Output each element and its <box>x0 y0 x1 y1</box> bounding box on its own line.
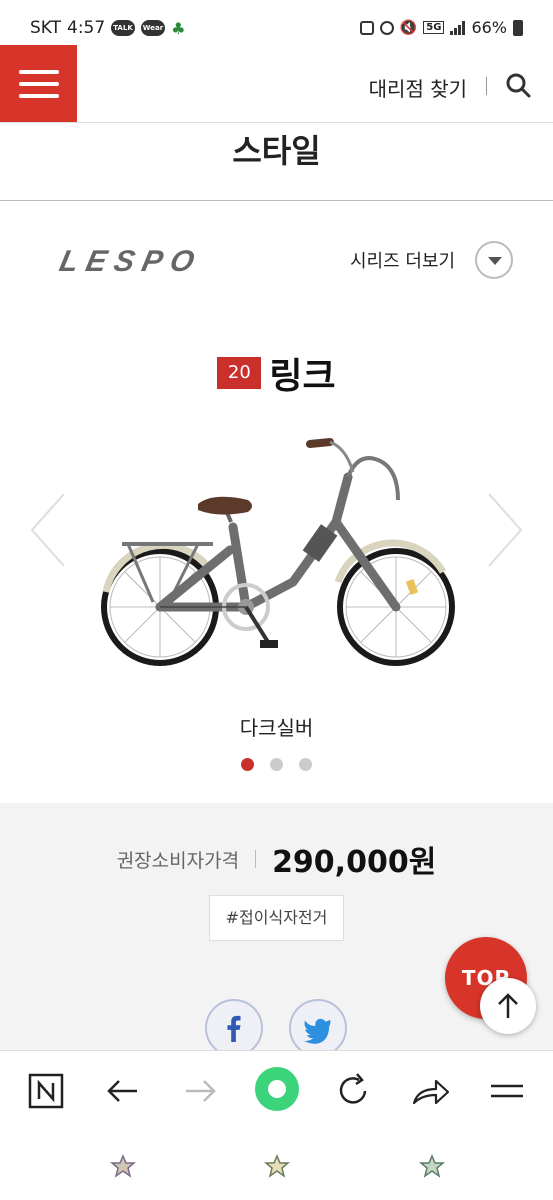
home-icon[interactable] <box>264 1154 290 1180</box>
share-icon[interactable] <box>408 1069 452 1113</box>
site-header: 대리점 찾기 <box>0 45 553 123</box>
lespo-logo: LESPO <box>57 247 206 275</box>
arrow-up-icon[interactable] <box>480 978 536 1034</box>
carousel-dot[interactable] <box>241 758 254 771</box>
header-divider <box>486 77 487 95</box>
page-title: 스타일 <box>0 123 553 201</box>
price-label: 권장소비자가격 <box>116 849 240 872</box>
carousel-prev-arrow[interactable] <box>26 490 70 570</box>
search-icon[interactable] <box>505 72 531 98</box>
app-notification-icon <box>359 20 374 35</box>
battery-icon <box>513 19 523 36</box>
back-arrow-icon[interactable] <box>101 1069 145 1113</box>
mute-icon: 🔇 <box>399 19 418 36</box>
refresh-icon[interactable] <box>331 1069 375 1113</box>
clock: 4:57 <box>67 18 106 38</box>
clover-icon: ♣ <box>171 18 186 38</box>
series-more-link[interactable]: 시리즈 더보기 <box>350 247 455 273</box>
model-name: 링크 <box>269 356 336 397</box>
dealer-finder-link[interactable]: 대리점 찾기 <box>369 73 467 102</box>
system-navigation-bar <box>0 1134 553 1200</box>
svg-text:LESPO: LESPO <box>57 247 206 275</box>
carousel-indicators <box>0 758 553 771</box>
facebook-share-icon[interactable] <box>205 999 263 1057</box>
status-bar: SKT 4:57 TALK Wear ♣ 🔇 5G 66% <box>0 0 553 46</box>
bicycle-image <box>101 438 455 666</box>
wear-notification-icon: Wear <box>140 20 166 36</box>
carrier: SKT <box>30 18 62 38</box>
alarm-icon <box>379 20 394 35</box>
browser-toolbar <box>0 1050 553 1134</box>
price-value: 290,000원 <box>272 845 437 880</box>
color-name: 다크실버 <box>239 716 314 740</box>
forward-arrow-icon[interactable] <box>178 1069 222 1113</box>
category-tag[interactable]: #접이식자전거 <box>209 895 344 941</box>
menu-icon[interactable] <box>485 1069 529 1113</box>
model-heading: 20 링크 <box>0 347 553 399</box>
signal-icon <box>450 20 466 35</box>
recent-apps-icon[interactable] <box>110 1154 136 1180</box>
carousel-next-arrow[interactable] <box>483 490 527 570</box>
twitter-share-icon[interactable] <box>289 999 347 1057</box>
price-row: 권장소비자가격 290,000원 <box>0 837 553 881</box>
naver-home-icon[interactable] <box>24 1069 68 1113</box>
wheel-size-badge: 20 <box>217 357 262 389</box>
talk-notification-icon: TALK <box>111 20 135 36</box>
carousel-dot[interactable] <box>270 758 283 771</box>
green-dot-icon[interactable] <box>253 1065 301 1113</box>
network-type: 5G <box>423 21 445 34</box>
series-dropdown-button[interactable] <box>475 241 513 279</box>
price-divider <box>255 850 257 868</box>
back-icon[interactable] <box>419 1154 445 1180</box>
battery-percent: 66% <box>471 18 507 37</box>
hamburger-menu-button[interactable] <box>0 45 77 122</box>
carousel-dot[interactable] <box>299 758 312 771</box>
